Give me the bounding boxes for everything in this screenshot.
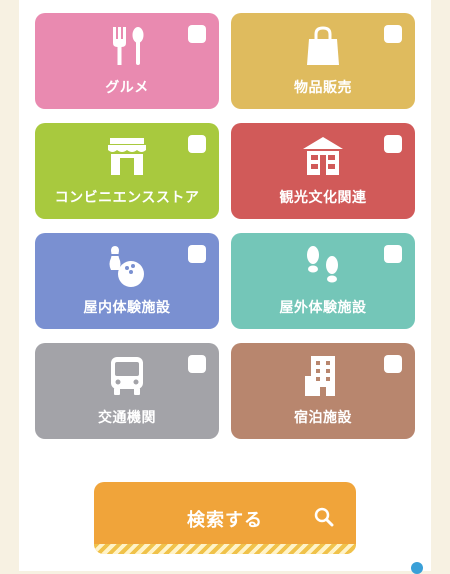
store-icon bbox=[103, 135, 151, 177]
merchandise-checkbox[interactable] bbox=[384, 25, 402, 43]
category-transportation[interactable]: 交通機関 bbox=[35, 343, 219, 439]
button-stripe-decoration bbox=[94, 544, 356, 554]
category-gourmet[interactable]: グルメ bbox=[35, 13, 219, 109]
tourism-checkbox[interactable] bbox=[384, 135, 402, 153]
transportation-checkbox[interactable] bbox=[188, 355, 206, 373]
footprints-icon bbox=[299, 245, 347, 287]
bus-icon bbox=[103, 355, 151, 397]
building-icon bbox=[299, 135, 347, 177]
category-label: 物品販売 bbox=[294, 80, 352, 96]
category-label: 交通機関 bbox=[98, 410, 156, 426]
category-label: 観光文化関連 bbox=[279, 190, 367, 206]
category-label: 宿泊施設 bbox=[294, 410, 352, 426]
fork-spoon-icon bbox=[103, 25, 151, 67]
category-convenience-store[interactable]: コンビニエンスストア bbox=[35, 123, 219, 219]
category-merchandise[interactable]: 物品販売 bbox=[231, 13, 415, 109]
category-outdoor-experience[interactable]: 屋外体験施設 bbox=[231, 233, 415, 329]
indoor-checkbox[interactable] bbox=[188, 245, 206, 263]
category-accommodation[interactable]: 宿泊施設 bbox=[231, 343, 415, 439]
category-label: 屋内体験施設 bbox=[83, 300, 171, 316]
shopping-bag-icon bbox=[299, 25, 347, 67]
gourmet-checkbox[interactable] bbox=[188, 25, 206, 43]
outdoor-checkbox[interactable] bbox=[384, 245, 402, 263]
hotel-icon bbox=[299, 355, 347, 397]
category-label: グルメ bbox=[105, 80, 149, 96]
category-label: コンビニエンスストア bbox=[54, 190, 200, 206]
scroll-indicator bbox=[411, 562, 423, 574]
category-tourism-culture[interactable]: 観光文化関連 bbox=[231, 123, 415, 219]
search-icon bbox=[314, 507, 334, 527]
search-button[interactable]: 検索する bbox=[94, 482, 356, 554]
convenience-checkbox[interactable] bbox=[188, 135, 206, 153]
accommodation-checkbox[interactable] bbox=[384, 355, 402, 373]
category-label: 屋外体験施設 bbox=[279, 300, 367, 316]
category-indoor-experience[interactable]: 屋内体験施設 bbox=[35, 233, 219, 329]
bowling-icon bbox=[103, 245, 151, 287]
